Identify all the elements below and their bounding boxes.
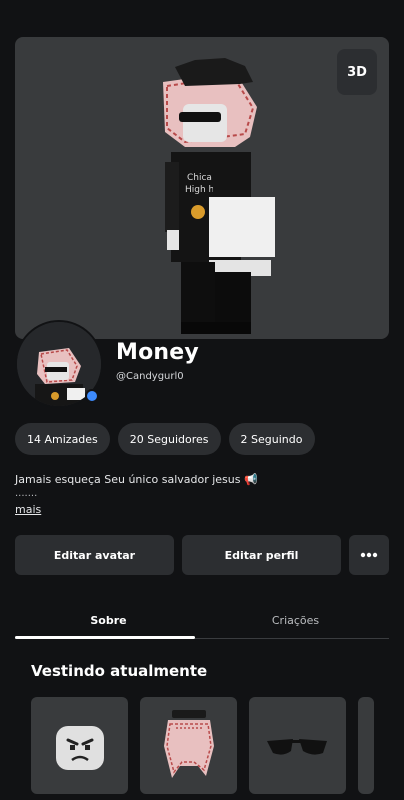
- profile-stats: 14 Amizades 20 Seguidores 2 Seguindo: [15, 423, 315, 455]
- avatar-figure: Chica High hat: [163, 58, 275, 334]
- view-3d-button[interactable]: 3D: [337, 49, 377, 95]
- online-status-dot: [85, 389, 99, 403]
- wearing-section-title: Vestindo atualmente: [31, 662, 208, 680]
- bio-more-link[interactable]: mais: [15, 503, 41, 516]
- display-name: Money: [116, 340, 199, 365]
- tab-criacoes[interactable]: Criações: [202, 600, 389, 640]
- sunglasses-thumbnail: [266, 738, 327, 755]
- edit-avatar-button[interactable]: Editar avatar: [15, 535, 174, 575]
- active-tab-indicator: [15, 636, 195, 639]
- tab-sobre[interactable]: Sobre: [15, 600, 202, 640]
- wearing-item-keffiyeh[interactable]: [140, 697, 237, 794]
- following-pill[interactable]: 2 Seguindo: [228, 423, 315, 455]
- more-options-button[interactable]: [349, 535, 389, 575]
- face-thumbnail: [55, 725, 104, 770]
- wearing-item-sunglasses[interactable]: [249, 697, 346, 794]
- wearing-item-partial[interactable]: [358, 697, 374, 794]
- profile-tabs: Sobre Criações: [15, 600, 389, 640]
- wearing-items-list: [31, 697, 374, 794]
- username: @Candygurl0: [116, 371, 184, 382]
- edit-profile-button[interactable]: Editar perfil: [182, 535, 341, 575]
- bio-text: Jamais esqueça Seu único salvador jesus …: [15, 473, 258, 486]
- followers-pill[interactable]: 20 Seguidores: [117, 423, 221, 455]
- keffiyeh-thumbnail: [163, 709, 214, 778]
- profile-actions: Editar avatar Editar perfil: [15, 535, 389, 575]
- friends-pill[interactable]: 14 Amizades: [15, 423, 110, 455]
- wearing-item-face[interactable]: [31, 697, 128, 794]
- more-horizontal-icon: [360, 552, 378, 558]
- svg-text:Chica: Chica: [187, 173, 212, 183]
- bio-extra-line: .......: [15, 488, 38, 499]
- avatar-stage[interactable]: 3D Chica High hat: [15, 37, 389, 339]
